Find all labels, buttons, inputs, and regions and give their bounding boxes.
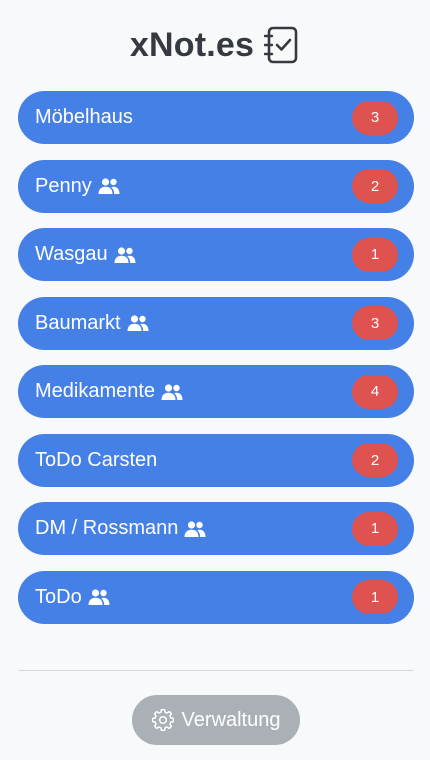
list-item-label: Penny	[35, 174, 92, 197]
shared-users-icon	[184, 520, 206, 538]
app-title: xNot.es	[129, 25, 255, 64]
list-item-label: DM / Rossmann	[35, 517, 179, 539]
item-count-badge: 4	[352, 374, 398, 409]
list-item-name-group: DM / Rossmann	[35, 517, 206, 540]
list-item-label: Möbelhaus	[35, 106, 133, 128]
item-count-badge: 2	[352, 443, 398, 477]
gear-icon	[151, 708, 174, 732]
item-count-badge: 1	[352, 580, 398, 614]
item-count-badge: 1	[352, 511, 398, 546]
divider	[18, 670, 414, 671]
item-count-badge: 3	[352, 306, 398, 340]
list-item-label: Baumarkt	[35, 311, 121, 334]
list-item-name-group: ToDo Carsten	[35, 449, 157, 472]
list-item-label: Medikamente	[35, 380, 156, 402]
list-item-name-group: Wasgau	[35, 243, 136, 266]
checklist-notebook-icon	[263, 25, 300, 65]
shared-users-icon	[114, 246, 136, 264]
list-item-label: ToDo Carsten	[35, 448, 158, 471]
shared-users-icon	[161, 383, 183, 401]
list-item[interactable]: Möbelhaus 3	[18, 91, 414, 144]
list-item-label: ToDo	[35, 585, 82, 608]
list-item[interactable]: Medikamente 4	[18, 365, 414, 418]
list-item-label: Wasgau	[35, 243, 108, 265]
list-item[interactable]: Penny 2	[18, 159, 414, 213]
list-item-name-group: Medikamente	[35, 380, 183, 403]
item-count-badge: 1	[352, 237, 398, 272]
list-item[interactable]: ToDo Carsten 2	[18, 433, 414, 487]
list-item-name-group: ToDo	[35, 586, 110, 609]
list-item[interactable]: Wasgau 1	[18, 228, 414, 281]
shared-users-icon	[88, 588, 110, 606]
shopping-list-list: Möbelhaus 3 Penny 2 Wasgau 1 Baumarkt 3 …	[18, 91, 414, 639]
shared-users-icon	[98, 177, 120, 195]
list-item[interactable]: DM / Rossmann 1	[18, 502, 414, 555]
list-item-name-group: Baumarkt	[35, 312, 149, 335]
item-count-badge: 3	[352, 100, 398, 135]
list-item-name-group: Penny	[35, 175, 120, 198]
manage-button[interactable]: Verwaltung	[132, 695, 300, 745]
app-header: xNot.es	[0, 22, 430, 68]
item-count-badge: 2	[352, 169, 398, 203]
list-item[interactable]: ToDo 1	[18, 570, 414, 624]
list-item[interactable]: Baumarkt 3	[18, 296, 414, 350]
manage-button-label: Verwaltung	[181, 708, 281, 731]
list-item-name-group: Möbelhaus	[35, 106, 133, 129]
shared-users-icon	[127, 314, 149, 332]
